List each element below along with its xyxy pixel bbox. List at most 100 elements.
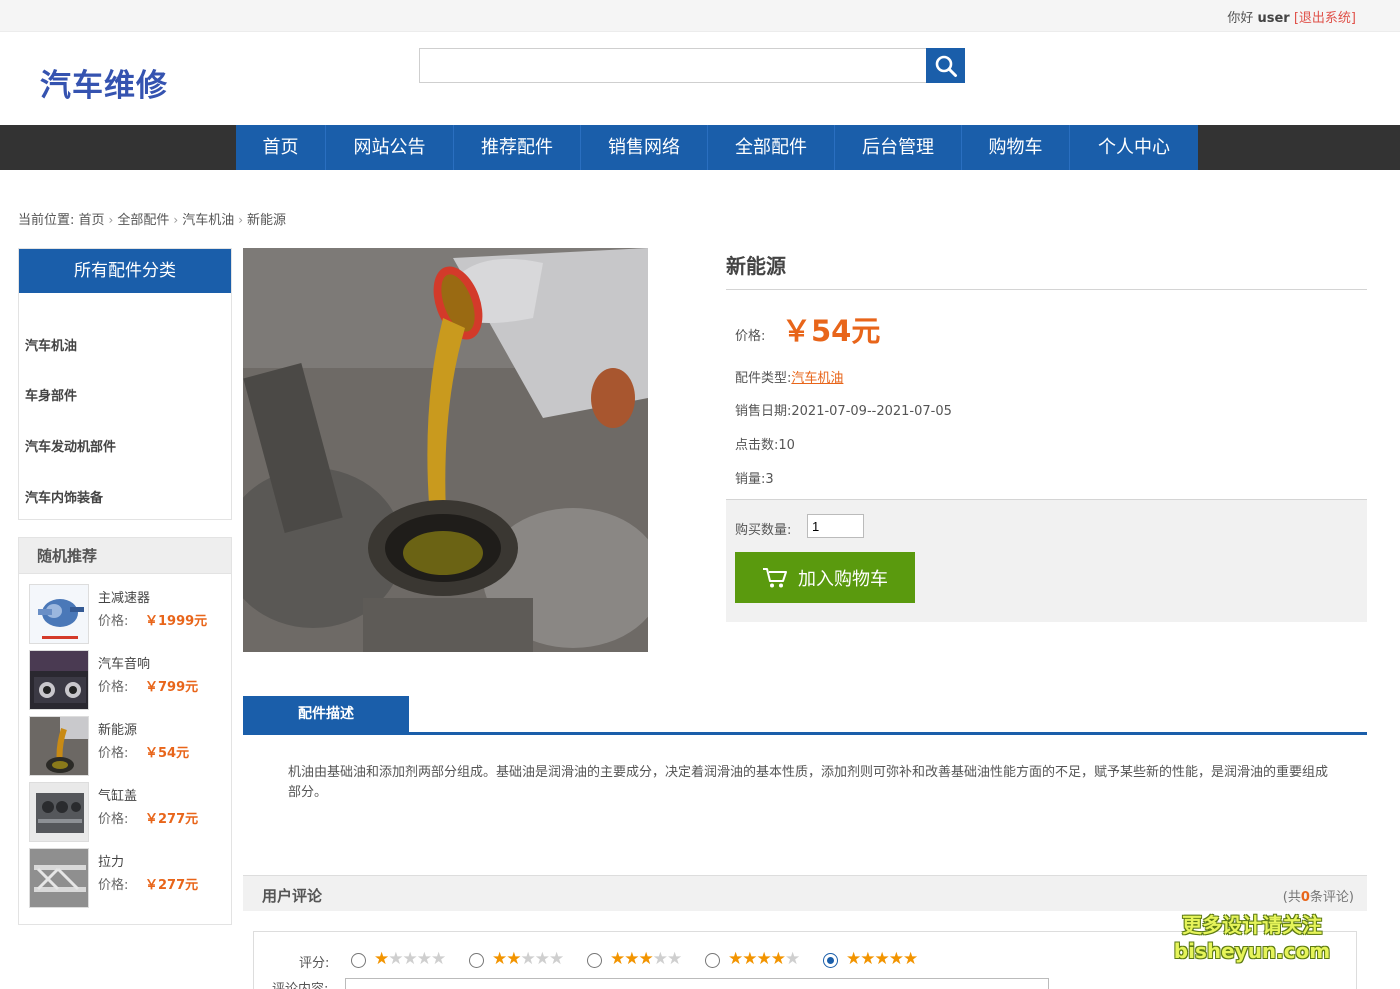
breadcrumb-prefix: 当前位置: bbox=[18, 213, 75, 228]
sales-row: 销量:3 bbox=[735, 468, 774, 487]
star-rating-4-icon: ★★★★★ bbox=[728, 949, 800, 969]
review-content-input[interactable] bbox=[345, 978, 1049, 989]
add-to-cart-button[interactable]: 加入购物车 bbox=[735, 552, 915, 603]
search-button[interactable] bbox=[926, 48, 965, 83]
tab-underline bbox=[243, 732, 1367, 735]
category-panel: 所有配件分类 汽车机油 车身部件 汽车发动机部件 汽车内饰装备 bbox=[18, 248, 232, 520]
user-status: 你好 user [退出系统] bbox=[1227, 7, 1356, 26]
category-item-interior[interactable]: 汽车内饰装备 bbox=[25, 487, 103, 506]
reviews-header: 用户评论 (共0条评论) bbox=[243, 875, 1367, 911]
recommend-thumbnail[interactable] bbox=[29, 782, 89, 842]
nav-item-profile[interactable]: 个人中心 bbox=[1070, 125, 1198, 170]
recommend-price-label: 价格: bbox=[98, 614, 129, 629]
watermark-line1: 更多设计请关注 bbox=[1182, 913, 1322, 937]
chevron-right-icon: › bbox=[108, 213, 114, 227]
recommend-name[interactable]: 气缸盖 bbox=[98, 785, 137, 804]
recommend-price-label: 价格: bbox=[98, 680, 129, 695]
quantity-input[interactable] bbox=[807, 514, 864, 538]
star-rating-2-icon: ★★★★★ bbox=[492, 949, 564, 969]
score-radio-5[interactable] bbox=[823, 953, 838, 968]
description-text: 机油由基础油和添加剂两部分组成。基础油是润滑油的主要成分，决定着润滑油的基本性质… bbox=[288, 765, 1329, 800]
chevron-right-icon: › bbox=[173, 213, 179, 227]
clicks-label: 点击数: bbox=[735, 438, 779, 453]
greeting-text: 你好 bbox=[1227, 11, 1258, 26]
add-to-cart-label: 加入购物车 bbox=[798, 568, 888, 590]
breadcrumb-all-parts[interactable]: 全部配件 bbox=[117, 213, 169, 228]
date-row: 销售日期:2021-07-09--2021-07-05 bbox=[735, 400, 952, 419]
date-label: 销售日期: bbox=[735, 404, 792, 419]
recommend-name[interactable]: 新能源 bbox=[98, 719, 137, 738]
category-item-engine-oil[interactable]: 汽车机油 bbox=[25, 335, 77, 354]
recommend-price: ￥1999元 bbox=[145, 614, 208, 629]
type-row: 配件类型:汽车机油 bbox=[735, 367, 843, 386]
recommend-price: ￥54元 bbox=[145, 746, 190, 761]
reviews-count-suffix: 条评论) bbox=[1309, 890, 1354, 905]
chevron-right-icon: › bbox=[238, 213, 244, 227]
recommend-item[interactable]: 汽车音响 价格: ￥799元 bbox=[29, 650, 229, 710]
recommend-thumbnail[interactable] bbox=[29, 650, 89, 710]
nav-item-cart[interactable]: 购物车 bbox=[962, 125, 1070, 170]
nav-item-all-parts[interactable]: 全部配件 bbox=[708, 125, 835, 170]
recommend-price: ￥277元 bbox=[145, 812, 199, 827]
site-logo[interactable]: 汽车维修 bbox=[40, 60, 168, 105]
breadcrumb-current: 新能源 bbox=[247, 213, 287, 228]
type-link[interactable]: 汽车机油 bbox=[791, 371, 843, 386]
nav-item-recommended[interactable]: 推荐配件 bbox=[454, 125, 581, 170]
main-navbar: 首页 网站公告 推荐配件 销售网络 全部配件 后台管理 购物车 个人中心 bbox=[0, 125, 1400, 170]
reviews-count-number: 0 bbox=[1300, 890, 1310, 905]
cart-icon bbox=[763, 567, 787, 587]
reviews-title: 用户评论 bbox=[262, 887, 323, 905]
search-input[interactable] bbox=[419, 48, 927, 83]
tab-description[interactable]: 配件描述 bbox=[243, 696, 409, 732]
logout-link[interactable]: [退出系统] bbox=[1294, 11, 1356, 26]
search-bar bbox=[419, 48, 965, 83]
recommend-item[interactable]: 主减速器 价格: ￥1999元 bbox=[29, 584, 229, 644]
recommend-name[interactable]: 汽车音响 bbox=[98, 653, 150, 672]
breadcrumb-category[interactable]: 汽车机油 bbox=[182, 213, 234, 228]
score-radio-3[interactable] bbox=[587, 953, 602, 968]
recommend-name[interactable]: 主减速器 bbox=[98, 587, 150, 606]
recommend-panel: 随机推荐 主减速器 价格: ￥1999元 汽车音响 价格: ￥799元 新能源 … bbox=[18, 537, 232, 925]
category-item-body-parts[interactable]: 车身部件 bbox=[25, 385, 77, 404]
recommend-item[interactable]: 气缸盖 价格: ￥277元 bbox=[29, 782, 229, 842]
recommend-panel-title: 随机推荐 bbox=[19, 538, 231, 574]
quantity-label: 购买数量: bbox=[735, 523, 792, 538]
nav-item-announcements[interactable]: 网站公告 bbox=[326, 125, 454, 170]
score-radio-2[interactable] bbox=[469, 953, 484, 968]
star-rating-3-icon: ★★★★★ bbox=[610, 949, 682, 969]
score-radio-1[interactable] bbox=[351, 953, 366, 968]
watermark-line2: bisheyun.com bbox=[1173, 939, 1331, 963]
product-image bbox=[243, 248, 648, 652]
sales-label: 销量: bbox=[735, 472, 766, 487]
nav-item-sales-network[interactable]: 销售网络 bbox=[581, 125, 708, 170]
content-label: 评论内容: bbox=[272, 978, 328, 989]
score-label: 评分: bbox=[299, 956, 330, 971]
recommend-thumbnail[interactable] bbox=[29, 584, 89, 644]
recommend-name[interactable]: 拉力 bbox=[98, 851, 124, 870]
reviews-count: (共0条评论) bbox=[1283, 886, 1354, 905]
divider bbox=[726, 289, 1367, 290]
recommend-thumbnail[interactable] bbox=[29, 848, 89, 908]
category-item-engine-parts[interactable]: 汽车发动机部件 bbox=[25, 436, 116, 455]
clicks-value: 10 bbox=[778, 438, 795, 453]
top-bar: 你好 user [退出系统] bbox=[0, 0, 1400, 32]
watermark: 更多设计请关注 bisheyun.com bbox=[1172, 912, 1332, 964]
recommend-price: ￥799元 bbox=[145, 680, 199, 695]
price-label: 价格: bbox=[735, 329, 766, 344]
purchase-area: 购买数量: 加入购物车 bbox=[726, 499, 1367, 622]
type-label: 配件类型: bbox=[735, 371, 792, 386]
username: user bbox=[1257, 11, 1290, 26]
category-panel-title: 所有配件分类 bbox=[19, 249, 231, 293]
nav-item-home[interactable]: 首页 bbox=[236, 125, 326, 170]
recommend-item[interactable]: 新能源 价格: ￥54元 bbox=[29, 716, 229, 776]
score-radio-4[interactable] bbox=[705, 953, 720, 968]
star-rating-5-icon: ★★★★★ bbox=[846, 949, 918, 969]
recommend-thumbnail[interactable] bbox=[29, 716, 89, 776]
star-rating-1-icon: ★★★★★ bbox=[374, 949, 446, 969]
recommend-price: ￥277元 bbox=[145, 878, 199, 893]
breadcrumb-home[interactable]: 首页 bbox=[79, 213, 105, 228]
recommend-item[interactable]: 拉力 价格: ￥277元 bbox=[29, 848, 229, 908]
nav-item-admin[interactable]: 后台管理 bbox=[835, 125, 962, 170]
date-value: 2021-07-09--2021-07-05 bbox=[791, 404, 952, 419]
nav-menu: 首页 网站公告 推荐配件 销售网络 全部配件 后台管理 购物车 个人中心 bbox=[236, 125, 1198, 170]
